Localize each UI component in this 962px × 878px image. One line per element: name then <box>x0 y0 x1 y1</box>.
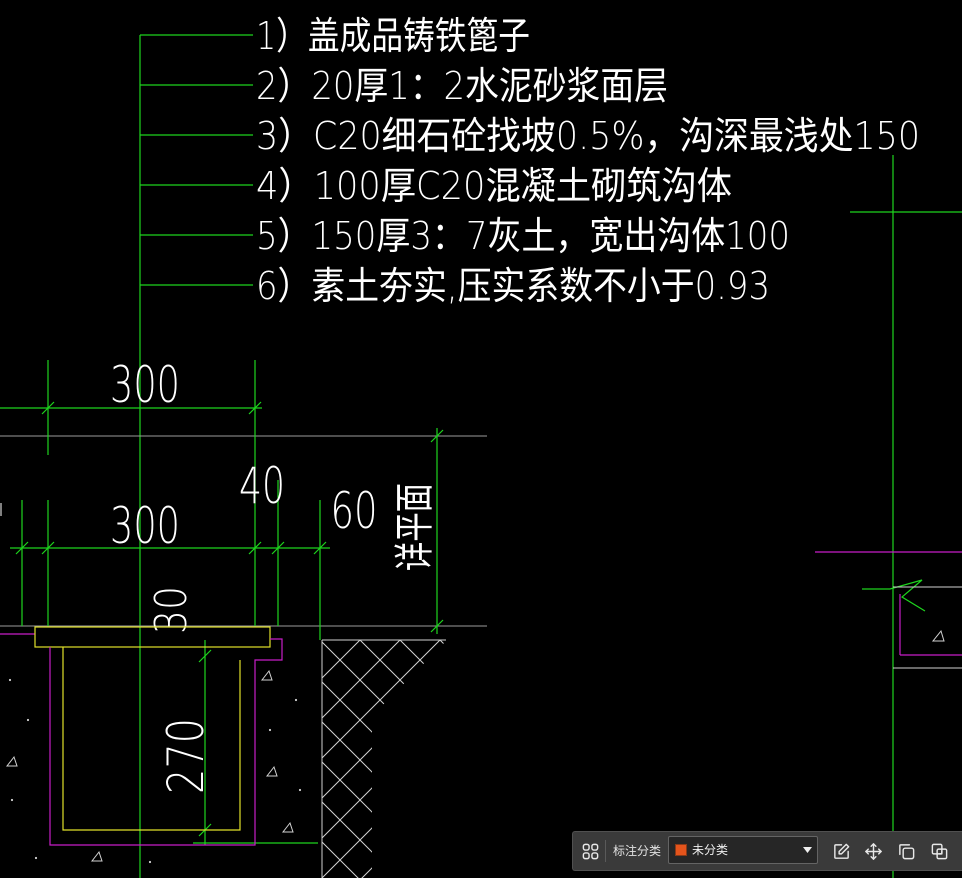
concrete-symbol <box>281 821 294 833</box>
concrete-symbol <box>260 669 273 681</box>
category-color-swatch <box>675 844 687 856</box>
adjacent-section <box>815 155 962 878</box>
note-2: 2）20厚1：2水泥砂浆面层 <box>256 64 668 108</box>
edit-button[interactable] <box>829 839 853 863</box>
paste-icon <box>931 843 947 859</box>
move-icon <box>864 842 882 860</box>
copy-icon <box>898 843 914 859</box>
note-1: 1）盖成品铸铁篦子 <box>256 14 530 58</box>
grid-button[interactable] <box>578 839 602 863</box>
chevron-down-icon <box>803 847 812 853</box>
note-5: 5）150厚3：7灰土，宽出沟体100 <box>256 214 790 258</box>
concrete-dot <box>268 728 272 732</box>
compacted-earth-hatch <box>322 640 447 878</box>
dimension-depth: 270 <box>157 718 215 794</box>
concrete-symbol <box>265 765 278 777</box>
category-select[interactable]: 未分类 <box>668 836 818 864</box>
concrete-dot <box>148 860 152 864</box>
dimension-texts: 300 300 40 60 30 270 详平面 <box>110 356 438 794</box>
category-label: 标注分类 <box>613 844 662 858</box>
dimension-edge: 60 <box>331 482 378 540</box>
copy-button[interactable] <box>894 839 918 863</box>
concrete-symbol <box>5 755 18 767</box>
annotation-toolbar: 标注分类 未分类 <box>572 831 962 871</box>
dimension-grate-width: 300 <box>110 497 180 555</box>
drawing-canvas[interactable]: 1）盖成品铸铁篦子 2）20厚1：2水泥砂浆面层 3）C20细石砼找坡0.5%，… <box>0 0 962 878</box>
ditch-section <box>0 626 447 878</box>
concrete-dot <box>26 718 30 722</box>
concrete-symbol <box>931 629 945 642</box>
toolbar-separator <box>605 840 606 862</box>
concrete-symbol <box>90 850 103 862</box>
dimension-ledge: 40 <box>239 457 285 515</box>
category-select-value: 未分类 <box>692 843 729 857</box>
dimension-level-note: 详平面 <box>392 483 438 571</box>
material-notes: 1）盖成品铸铁篦子 2）20厚1：2水泥砂浆面层 3）C20细石砼找坡0.5%，… <box>256 14 920 308</box>
note-3: 3）C20细石砼找坡0.5%，沟深最浅处150 <box>256 114 920 158</box>
edit-icon <box>833 843 849 859</box>
note-6: 6）素土夯实,压实系数不小于0.93 <box>256 264 770 308</box>
concrete-dot <box>8 678 12 682</box>
concrete-symbols <box>5 669 302 864</box>
concrete-dot <box>298 788 302 792</box>
concrete-dot <box>34 856 38 860</box>
note-4: 4）100厚C20混凝土砌筑沟体 <box>256 164 732 208</box>
dimension-overall-width: 300 <box>110 356 180 414</box>
paste-button[interactable] <box>927 839 951 863</box>
dimension-lines <box>0 360 444 845</box>
concrete-dot <box>10 798 14 802</box>
move-button[interactable] <box>861 839 885 863</box>
concrete-dot <box>294 698 298 702</box>
grid-icon <box>582 843 598 859</box>
